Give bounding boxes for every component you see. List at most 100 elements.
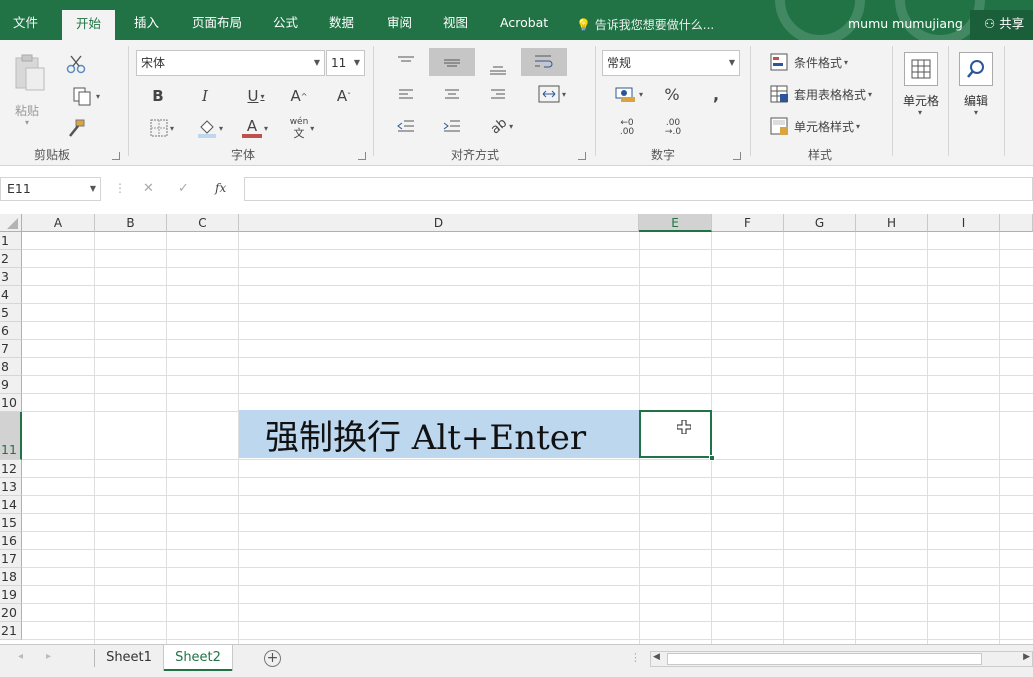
copy-icon[interactable]: ▾	[64, 84, 108, 108]
worksheet-grid[interactable]: A B C D E F G H I 1 2 3 4 5 6 7 8 9 10 11 12 13 14 15 1…	[0, 214, 1033, 644]
scroll-right-icon[interactable]: ▸	[46, 651, 51, 662]
column-header[interactable]	[1000, 214, 1033, 232]
font-name-combo[interactable]: 宋体 ▼	[136, 50, 325, 76]
row-header[interactable]: 14	[0, 496, 22, 514]
share-button[interactable]: ⚇ 共享	[970, 10, 1033, 40]
column-header[interactable]: D	[239, 214, 639, 232]
horizontal-scrollbar[interactable]: ◀ ▶	[650, 651, 1033, 667]
column-header[interactable]: G	[784, 214, 856, 232]
tab-data[interactable]: 数据	[329, 0, 354, 40]
align-bottom-icon[interactable]	[484, 54, 512, 82]
merge-center-icon[interactable]: ▾	[528, 82, 576, 106]
editing-group-button-label[interactable]: 编辑	[964, 92, 988, 109]
underline-icon[interactable]: U ▾	[238, 84, 274, 108]
clipboard-launcher-icon[interactable]	[112, 152, 120, 160]
cell-styles-button[interactable]: 单元格样式 ▾	[770, 114, 882, 138]
user-name[interactable]: mumu mumujiang	[848, 16, 963, 31]
editing-dropdown[interactable]: ▾	[974, 108, 978, 117]
tab-home[interactable]: 开始	[62, 10, 116, 40]
number-format-combo[interactable]: 常规 ▼	[602, 50, 740, 76]
decrease-font-icon[interactable]: Aˇ	[333, 84, 355, 108]
scroll-right-arrow-icon[interactable]: ▶	[1023, 652, 1030, 662]
tab-view[interactable]: 视图	[443, 0, 468, 40]
sheet-tab-sheet1[interactable]: Sheet1	[96, 645, 162, 671]
row-header[interactable]: 20	[0, 604, 22, 622]
increase-decimal-icon[interactable]: ←0 .00	[614, 116, 640, 140]
row-header[interactable]: 5	[0, 304, 22, 322]
row-header[interactable]: 13	[0, 478, 22, 496]
decrease-decimal-icon[interactable]: .00 →.0	[660, 116, 686, 140]
cell-D11[interactable]: 强制换行 Alt+Enter	[239, 410, 639, 458]
row-header[interactable]: 9	[0, 376, 22, 394]
format-as-table-button[interactable]: 套用表格格式 ▾	[770, 82, 882, 106]
sheet-tab-sheet2[interactable]: Sheet2	[164, 645, 232, 671]
column-header-selected[interactable]: E	[639, 214, 712, 232]
align-middle-icon[interactable]	[429, 48, 475, 76]
scroll-left-icon[interactable]: ◂	[18, 651, 23, 662]
border-icon[interactable]: ▾	[144, 116, 180, 140]
row-header[interactable]: 16	[0, 532, 22, 550]
decrease-indent-icon[interactable]	[392, 114, 420, 138]
fill-handle[interactable]	[709, 455, 715, 461]
font-color-icon[interactable]: A ▾	[237, 116, 273, 140]
comma-icon[interactable]: ,	[706, 82, 726, 106]
column-header[interactable]: A	[22, 214, 95, 232]
percent-icon[interactable]: %	[660, 82, 684, 106]
alignment-launcher-icon[interactable]	[578, 152, 586, 160]
phonetic-guide-icon[interactable]: wén 文 ▾	[284, 114, 320, 142]
align-top-icon[interactable]	[392, 48, 420, 76]
increase-font-icon[interactable]: A ^	[288, 84, 310, 108]
row-header[interactable]: 2	[0, 250, 22, 268]
tab-page-layout[interactable]: 页面布局	[192, 0, 242, 40]
search-icon[interactable]	[959, 52, 993, 86]
formula-input[interactable]	[244, 177, 1033, 201]
active-cell-E11[interactable]	[639, 410, 712, 458]
column-header[interactable]: F	[712, 214, 784, 232]
row-header[interactable]: 17	[0, 550, 22, 568]
bold-icon[interactable]: B	[148, 84, 168, 108]
row-header[interactable]: 19	[0, 586, 22, 604]
cells-grid-icon[interactable]	[904, 52, 938, 86]
font-size-combo[interactable]: 11 ▼	[326, 50, 365, 76]
tab-acrobat[interactable]: Acrobat	[500, 0, 548, 40]
font-launcher-icon[interactable]	[358, 152, 366, 160]
row-header[interactable]: 3	[0, 268, 22, 286]
tab-review[interactable]: 审阅	[387, 0, 412, 40]
row-header[interactable]: 6	[0, 322, 22, 340]
select-all-corner[interactable]	[0, 214, 22, 232]
add-sheet-icon[interactable]: +	[264, 650, 281, 667]
fill-color-icon[interactable]: ▾	[192, 116, 228, 140]
tab-file[interactable]: 文件	[13, 0, 38, 40]
tab-insert[interactable]: 插入	[134, 0, 159, 40]
number-launcher-icon[interactable]	[733, 152, 741, 160]
orientation-icon[interactable]: ab ▾	[484, 114, 520, 138]
row-header[interactable]: 21	[0, 622, 22, 640]
column-header[interactable]: B	[95, 214, 167, 232]
scrollbar-thumb[interactable]	[667, 653, 982, 665]
tab-formulas[interactable]: 公式	[273, 0, 298, 40]
tell-me-search[interactable]: 💡 告诉我您想要做什么...	[576, 16, 714, 33]
cells-group-button-label[interactable]: 单元格	[903, 92, 939, 109]
align-center-icon[interactable]	[438, 82, 466, 106]
row-header[interactable]: 7	[0, 340, 22, 358]
accounting-format-icon[interactable]: ▾	[610, 82, 648, 106]
row-header[interactable]: 8	[0, 358, 22, 376]
splitter-icon[interactable]: ⋮	[630, 651, 641, 664]
format-painter-icon[interactable]	[64, 116, 88, 140]
align-right-icon[interactable]	[484, 82, 512, 106]
scroll-left-arrow-icon[interactable]: ◀	[653, 652, 660, 662]
column-header[interactable]: C	[167, 214, 239, 232]
row-header[interactable]: 10	[0, 394, 22, 412]
paste-icon[interactable]	[12, 54, 48, 94]
row-header[interactable]: 18	[0, 568, 22, 586]
row-header[interactable]: 12	[0, 460, 22, 478]
insert-function-icon[interactable]: fx	[215, 181, 226, 195]
conditional-formatting-button[interactable]: 条件格式 ▾	[770, 50, 882, 74]
wrap-text-icon[interactable]	[521, 48, 567, 76]
cut-scissors-icon[interactable]	[64, 52, 88, 76]
paste-dropdown[interactable]: ▾	[25, 118, 29, 127]
row-header[interactable]: 11	[0, 412, 22, 460]
row-header[interactable]: 15	[0, 514, 22, 532]
cancel-icon[interactable]: ✕	[143, 181, 154, 196]
name-box[interactable]: E11 ▼	[0, 177, 101, 201]
